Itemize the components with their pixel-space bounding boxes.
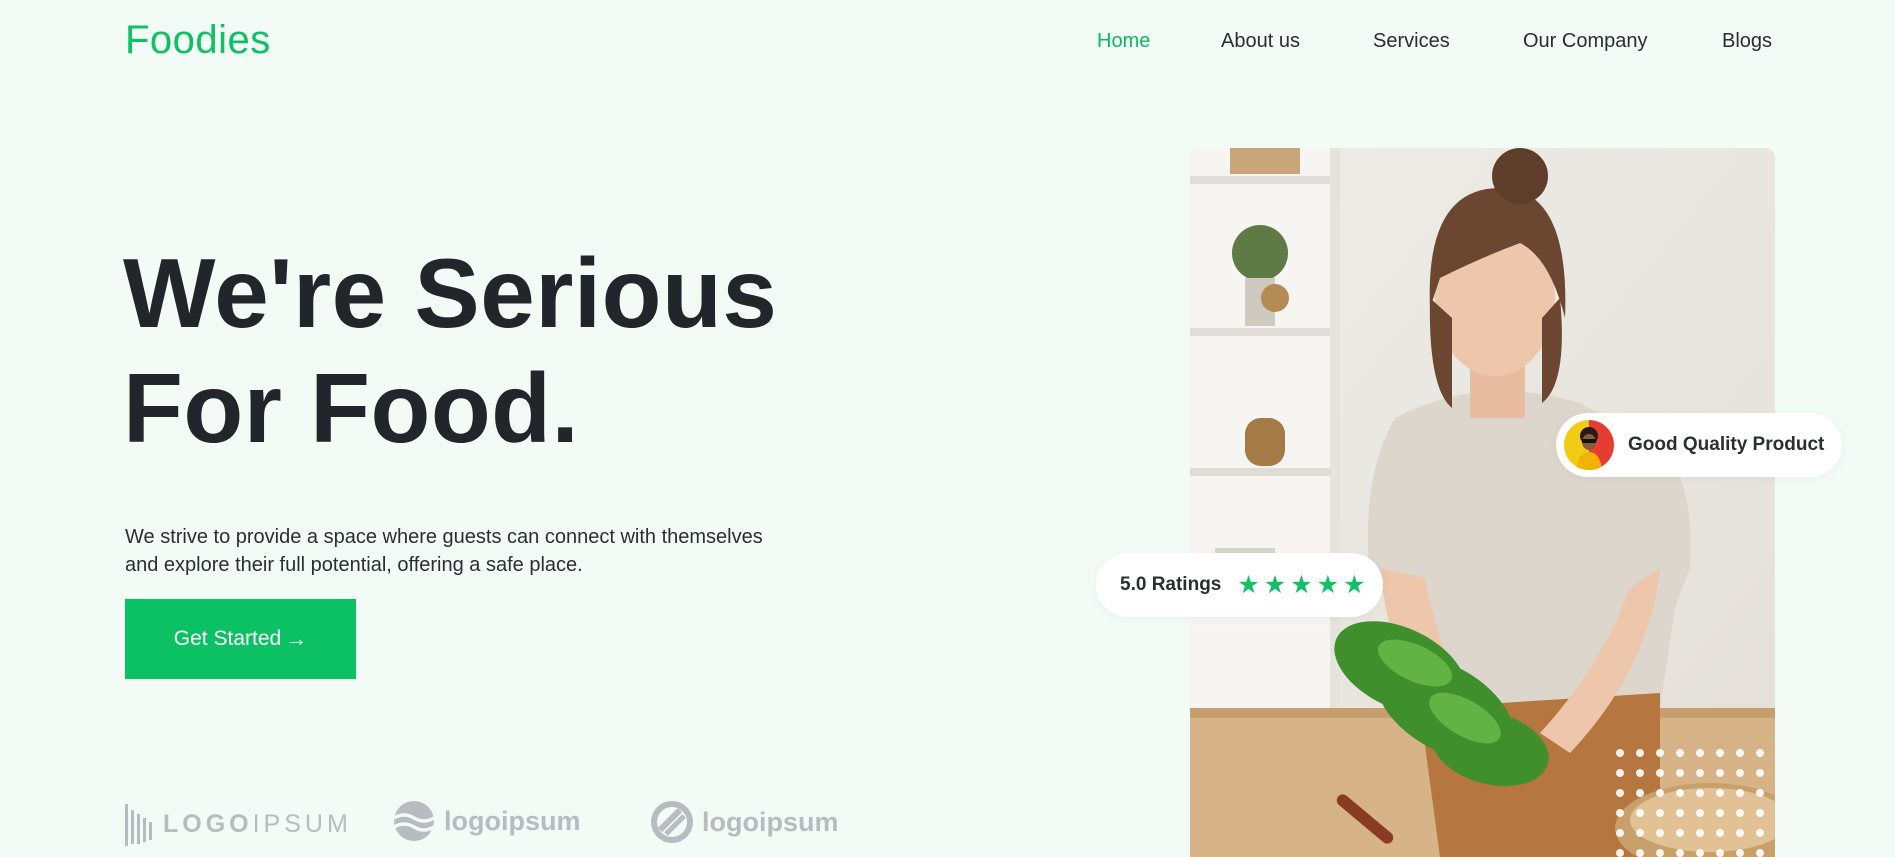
nav-about-us[interactable]: About us	[1221, 30, 1300, 53]
partner-logo-3-text: logoipsum	[702, 806, 839, 837]
star-icon: ★	[1290, 570, 1313, 599]
rating-badge-label: 5.0 Ratings	[1120, 574, 1222, 595]
partner-logo-1-bold: LOGO	[163, 809, 253, 838]
avatar	[1564, 420, 1614, 470]
rating-badge: 5.0 Ratings ★ ★ ★ ★ ★	[1096, 553, 1383, 617]
star-icon: ★	[1343, 570, 1366, 599]
partner-logo-1: LOGOIPSUM	[125, 800, 352, 848]
partner-logo-2: logoipsum	[392, 800, 581, 842]
partner-logo-1-light: IPSUM	[252, 809, 352, 838]
quality-badge: Good Quality Product	[1556, 413, 1842, 477]
star-icon: ★	[1316, 570, 1340, 599]
nav-services[interactable]: Services	[1373, 30, 1450, 53]
main-nav: Home About us Services Our Company Blogs	[0, 30, 1895, 58]
nav-home[interactable]: Home	[1097, 30, 1150, 53]
get-started-button[interactable]: Get Started →	[125, 599, 356, 679]
partner-logo-2-text: logoipsum	[444, 805, 581, 836]
barcode-icon	[125, 804, 152, 846]
hero-title-line2: For Food.	[123, 353, 580, 463]
arrow-right-icon: →	[285, 626, 308, 651]
hero-image	[1190, 148, 1775, 857]
ring-icon	[651, 801, 693, 843]
hero-title: We're Serious For Food.	[123, 236, 843, 466]
quality-badge-label: Good Quality Product	[1628, 434, 1825, 455]
hero-title-line1: We're Serious	[123, 238, 778, 348]
partner-logo-3: logoipsum	[650, 800, 839, 844]
star-icon: ★	[1263, 570, 1287, 599]
nav-our-company[interactable]: Our Company	[1523, 30, 1648, 53]
waves-icon	[393, 801, 435, 841]
star-icon: ★	[1237, 570, 1260, 599]
get-started-label: Get Started	[173, 627, 282, 650]
rating-stars: ★ ★ ★ ★ ★	[1237, 570, 1366, 599]
hero-description: We strive to provide a space where guest…	[125, 526, 763, 576]
nav-blogs[interactable]: Blogs	[1722, 30, 1772, 53]
